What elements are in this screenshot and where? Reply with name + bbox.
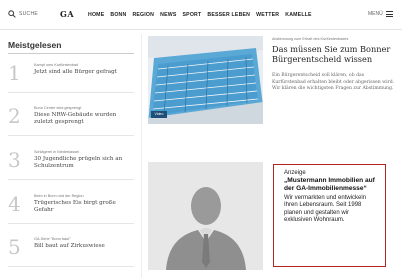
search-button[interactable]: SUCHE [8,10,38,18]
nav-item-kamelle[interactable]: KAMELLE [285,12,311,18]
hamburger-icon [385,11,393,17]
most-read-item-2[interactable]: 2 Bonn Center wird gesprengt Diese NRW-G… [8,100,134,136]
article-teaser[interactable]: Ein Bürgerentscheid soll klären, ob das … [272,73,396,93]
nav-item-bonn[interactable]: BONN [110,12,126,18]
nav-item-sport[interactable]: SPORT [183,12,202,18]
article-title[interactable]: Das müssen Sie zum Bonner Bürgerentschei… [272,44,396,64]
ad-body: Wir vermarkten und entwickeln Ihren Lebe… [284,195,367,224]
search-label: SUCHE [19,11,39,17]
item-headline[interactable]: Trügerisches Eis birgt große Gefahr [34,200,134,214]
nav-item-wetter[interactable]: WETTER [256,12,279,18]
column-divider [141,34,142,278]
item-kicker: Kampf ums Kurfürstenbad [34,63,79,67]
ad-title[interactable]: „Mustermann Immobilien auf der GA-Immobi… [284,177,375,193]
ga-logo[interactable]: GA [60,9,74,19]
most-read-item-4[interactable]: 4 Beim in Bonn und der Region Trügerisch… [8,188,134,224]
rank-number: 5 [8,235,21,259]
video-badge[interactable]: Video [151,111,167,118]
nav-item-news[interactable]: NEWS [160,12,176,18]
most-read-item-3[interactable]: 3 Schlägerei in Niederkassel 30 Jugendli… [8,144,134,180]
rank-number: 1 [8,61,21,85]
item-kicker: Beim in Bonn und der Region [34,194,84,198]
most-read-title: Meistgelesen [8,40,62,50]
item-kicker: Schlägerei in Niederkassel [34,150,79,154]
divider [8,53,134,54]
rank-number: 3 [8,148,21,172]
rank-number: 2 [8,104,21,128]
item-headline[interactable]: 30 Jugendliche prügeln sich an Schulzent… [34,156,134,170]
article-caption: Abstimmung zum Erhalt des Kurfürstenbade… [272,37,349,41]
ad-label: Anzeige [284,170,306,176]
main-nav: HOME BONN REGION NEWS SPORT BESSER LEBEN… [88,12,312,18]
person-silhouette-icon [148,162,263,270]
item-kicker: GA-Serie "Bonn baut" [34,237,71,241]
item-kicker: Bonn Center wird gesprengt [34,106,82,110]
advertisement-box[interactable]: Anzeige „Mustermann Immobilien auf der G… [273,164,386,267]
rank-number: 4 [8,192,21,216]
menu-button[interactable]: MENÜ [368,11,393,17]
most-read-item-1[interactable]: 1 Kampf ums Kurfürstenbad Jetzt sind all… [8,57,134,93]
most-read-item-5[interactable]: 5 GA-Serie "Bonn baut" Bill baut auf Zir… [8,231,134,267]
top-navigation-bar: SUCHE GA HOME BONN REGION NEWS SPORT BES… [0,0,402,30]
nav-item-home[interactable]: HOME [88,12,104,18]
item-headline[interactable]: Bill baut auf Zirkuswiese [34,243,134,250]
item-headline[interactable]: Diese NRW-Gebäude wurden zuletzt gespren… [34,112,134,126]
search-icon [8,10,16,18]
item-headline[interactable]: Jetzt sind alle Bürger gefragt [34,69,134,76]
menu-label: MENÜ [368,11,383,17]
nav-item-besser-leben[interactable]: BESSER LEBEN [207,12,250,18]
advertiser-placeholder-image[interactable] [148,162,263,270]
nav-item-region[interactable]: REGION [132,12,154,18]
